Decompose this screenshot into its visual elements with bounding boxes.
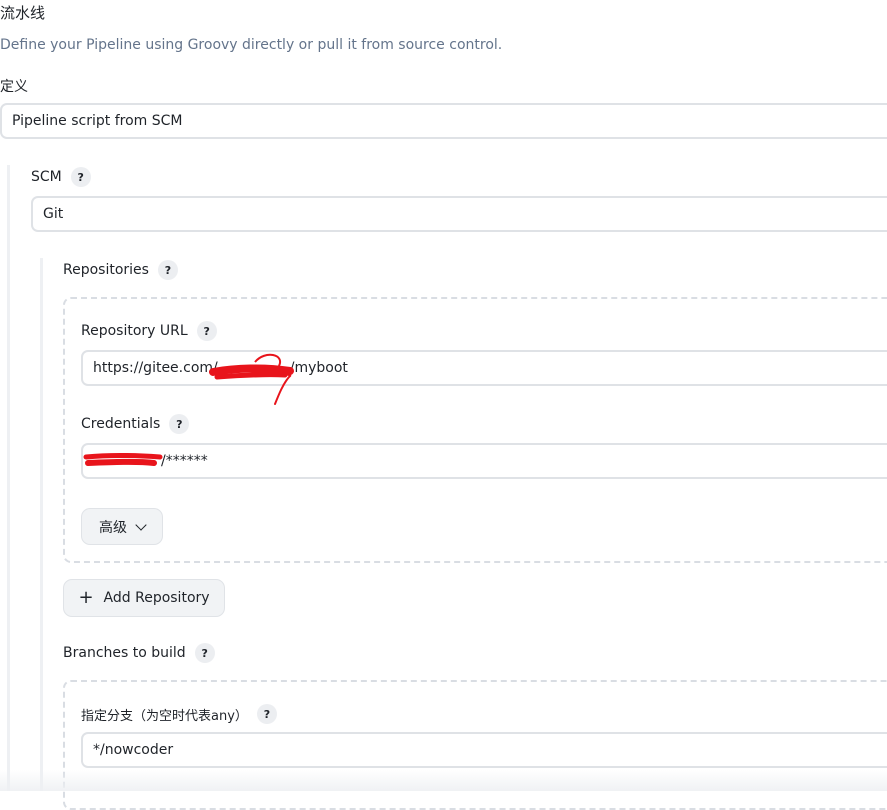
question-mark-icon[interactable]: ? (256, 704, 277, 724)
plus-icon: + (78, 587, 94, 608)
git-nesting-bar (40, 258, 43, 791)
branch-specifier-label: 指定分支（为空时代表any） ? (81, 704, 277, 724)
add-repository-button[interactable]: + Add Repository (63, 579, 225, 617)
branch-specifier-label-text: 指定分支（为空时代表any） (81, 708, 248, 724)
question-mark-icon[interactable]: ? (194, 643, 215, 663)
credentials-label-text: Credentials (81, 416, 161, 432)
repository-url-label-text: Repository URL (81, 323, 188, 339)
branches-label-text: Branches to build (63, 645, 186, 661)
definition-label: 定义 (0, 76, 28, 96)
scm-label: SCM ? (31, 167, 91, 187)
credentials-select[interactable]: /****** (81, 443, 887, 479)
definition-select-value: Pipeline script from SCM (12, 113, 183, 129)
scm-select-value: Git (43, 206, 64, 222)
question-mark-icon[interactable]: ? (70, 167, 91, 187)
bottom-fade (0, 770, 887, 791)
definition-select[interactable]: Pipeline script from SCM (0, 103, 887, 139)
branches-label: Branches to build ? (63, 643, 215, 663)
repository-url-input[interactable]: https://gitee.com/ /myboot (81, 350, 887, 386)
branch-specifier-input[interactable]: */nowcoder (81, 732, 887, 768)
section-description: Define your Pipeline using Groovy direct… (0, 37, 503, 53)
repository-url-suffix: /myboot (289, 360, 348, 376)
add-repository-label: Add Repository (103, 590, 210, 606)
scm-select[interactable]: Git (31, 196, 887, 232)
advanced-label: 高级 (99, 519, 127, 536)
definition-label-text: 定义 (0, 79, 28, 95)
repository-url-prefix: https://gitee.com/ (93, 360, 218, 376)
repository-url-label: Repository URL ? (81, 321, 217, 341)
question-mark-icon[interactable]: ? (169, 414, 190, 434)
credentials-label: Credentials ? (81, 414, 190, 434)
repositories-label: Repositories ? (63, 260, 178, 280)
branch-specifier-value: */nowcoder (93, 742, 174, 758)
advanced-button[interactable]: 高级 (81, 508, 163, 545)
scm-nesting-bar (7, 165, 10, 791)
credentials-value: /****** (161, 453, 208, 469)
scm-label-text: SCM (31, 169, 62, 185)
question-mark-icon[interactable]: ? (157, 260, 178, 280)
chevron-down-icon (135, 518, 147, 531)
repositories-label-text: Repositories (63, 262, 149, 278)
section-title: 流水线 (0, 4, 46, 22)
question-mark-icon[interactable]: ? (196, 321, 217, 341)
